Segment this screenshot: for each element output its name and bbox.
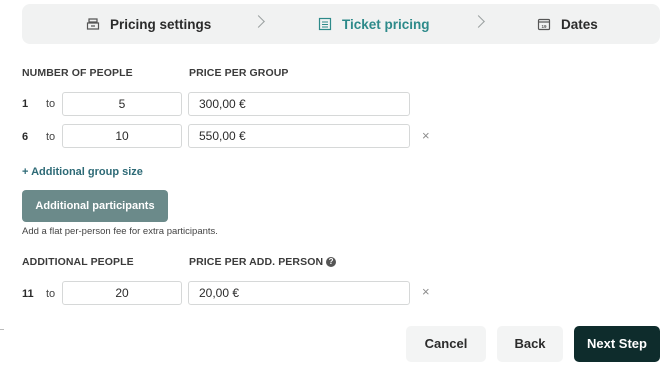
to-label: to xyxy=(46,288,56,300)
cancel-button[interactable]: Cancel xyxy=(406,326,486,362)
additional-from-value: 11 xyxy=(22,288,34,300)
row-from-value: 6 xyxy=(22,131,29,143)
calendar-day: 19 xyxy=(541,24,547,29)
register-icon xyxy=(86,17,100,31)
remove-row-icon[interactable]: × xyxy=(422,128,430,143)
group-price-input[interactable]: 300,00 € xyxy=(188,92,410,116)
step-ticket-pricing[interactable]: Ticket pricing xyxy=(318,4,430,44)
additional-to-input[interactable]: 20 xyxy=(62,281,182,305)
to-label: to xyxy=(46,98,56,110)
number-of-people-header: NUMBER OF PEOPLE xyxy=(22,67,133,79)
additional-participants-hint: Add a flat per-person fee for extra part… xyxy=(22,226,218,237)
next-step-button[interactable]: Next Step xyxy=(574,326,660,362)
calendar-icon: 19 xyxy=(537,17,551,31)
help-icon[interactable]: ? xyxy=(326,257,337,268)
additional-participants-button[interactable]: Additional participants xyxy=(22,190,168,222)
to-label: to xyxy=(46,131,56,143)
add-group-size-link[interactable]: + Additional group size xyxy=(22,166,143,178)
price-per-group-header: PRICE PER GROUP xyxy=(189,67,289,79)
price-per-add-person-label: PRICE PER ADD. PERSON xyxy=(189,256,324,268)
back-button[interactable]: Back xyxy=(497,326,563,362)
additional-people-header: ADDITIONAL PEOPLE xyxy=(22,256,134,268)
row-from-value: 1 xyxy=(22,98,29,110)
step-pricing-settings[interactable]: Pricing settings xyxy=(86,4,211,44)
step-label: Dates xyxy=(561,16,598,32)
divider xyxy=(0,329,4,330)
group-to-input[interactable]: 5 xyxy=(62,92,182,116)
additional-price-input[interactable]: 20,00 € xyxy=(188,281,410,305)
step-label: Pricing settings xyxy=(110,16,212,32)
chevron-right-icon xyxy=(252,15,265,28)
price-per-add-person-header: PRICE PER ADD. PERSON? xyxy=(189,256,337,268)
step-dates[interactable]: 19 Dates xyxy=(537,4,598,44)
price-list-icon xyxy=(318,17,332,31)
group-to-input[interactable]: 10 xyxy=(62,124,182,148)
step-indicator: Pricing settings Ticket pricing 19 Dates xyxy=(22,4,660,44)
group-price-input[interactable]: 550,00 € xyxy=(188,124,410,148)
remove-row-icon[interactable]: × xyxy=(422,284,430,299)
step-label: Ticket pricing xyxy=(342,16,430,32)
chevron-right-icon xyxy=(472,15,485,28)
